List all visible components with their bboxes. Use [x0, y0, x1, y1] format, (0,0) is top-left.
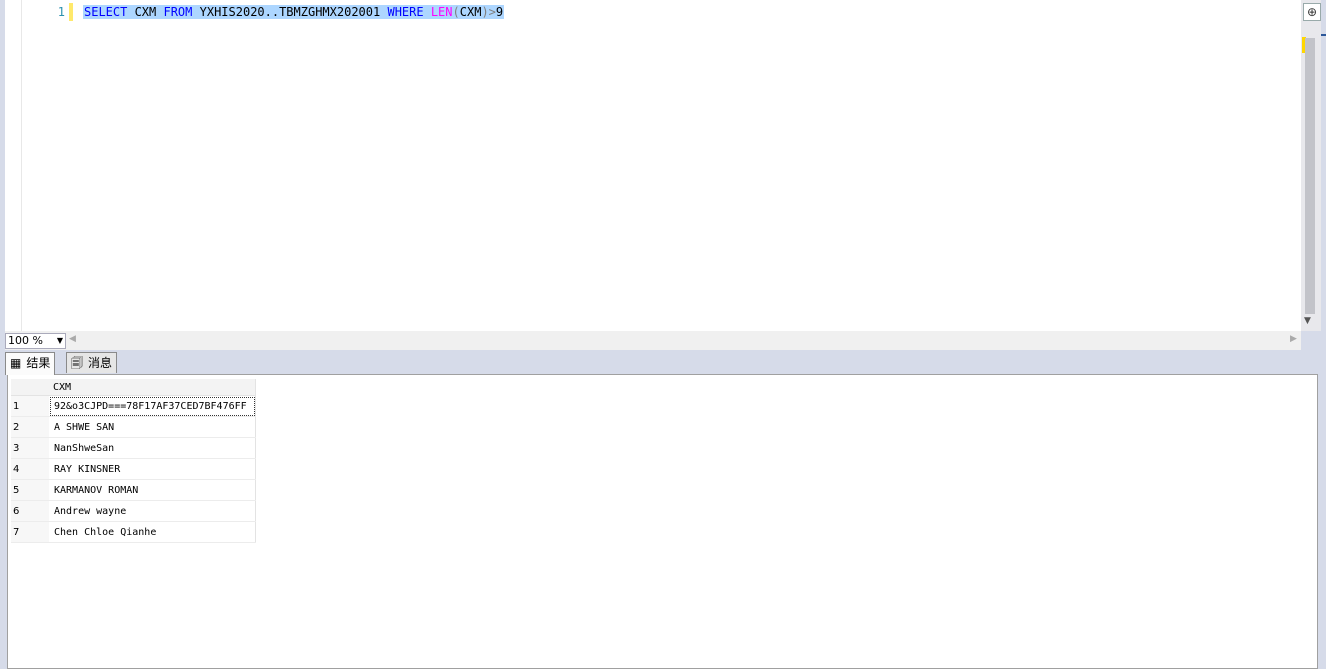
row-number[interactable]: 4 [11, 458, 49, 480]
row-number[interactable]: 3 [11, 437, 49, 459]
message-icon: 🗐 [71, 356, 83, 370]
cxm-cell[interactable]: Andrew wayne [49, 500, 256, 522]
table-row[interactable]: 6 Andrew wayne [11, 500, 256, 522]
grid-corner[interactable] [11, 379, 49, 396]
cxm-cell[interactable]: A SHWE SAN [49, 416, 256, 438]
tab-messages[interactable]: 🗐 消息 [66, 352, 118, 373]
sql-token: ( [452, 5, 460, 19]
table-row[interactable]: 7 Chen Chloe Qianhe [11, 521, 256, 543]
query-editor[interactable]: 1 SELECT CXM FROM YXHIS2020..TBMZGHMX202… [5, 0, 1301, 331]
editor-horizontal-bar [5, 331, 1301, 350]
cxm-cell[interactable]: RAY KINSNER [49, 458, 256, 480]
split-editor-icon[interactable]: ⊕ [1303, 3, 1321, 21]
table-row[interactable]: 2A SHWE SAN [11, 416, 256, 438]
sql-token: CXM [127, 5, 164, 19]
scroll-right-icon[interactable]: ▶ [1290, 334, 1297, 344]
row-number[interactable]: 5 [11, 479, 49, 501]
row-number[interactable]: 1 [11, 395, 49, 417]
tab-results[interactable]: ▦ 结果 [5, 352, 56, 375]
sql-token: SELECT [84, 5, 128, 19]
editor-gutter [5, 0, 22, 331]
table-row[interactable]: 3 NanShweSan [11, 437, 256, 459]
vertical-scroll-thumb[interactable] [1305, 38, 1315, 314]
cxm-cell[interactable]: NanShweSan [49, 437, 256, 459]
row-number[interactable]: 7 [11, 521, 49, 543]
zoom-select[interactable]: 100 % ▼ [5, 333, 66, 349]
table-row[interactable]: 4 RAY KINSNER [11, 458, 256, 480]
chevron-down-icon: ▼ [56, 336, 63, 345]
scroll-down-icon[interactable]: ▼ [1304, 316, 1311, 326]
sql-token: LEN [430, 5, 453, 19]
table-row[interactable]: 5 KARMANOV ROMAN [11, 479, 256, 501]
zoom-value: 100 % [8, 334, 43, 347]
sql-token: )> [481, 5, 496, 19]
scroll-left-icon[interactable]: ◀ [69, 334, 76, 344]
tab-messages-label: 消息 [88, 356, 113, 370]
results-grid[interactable]: CXM 1 92&o3CJPD===78F17AF37CED7BF476FF 2 A … [11, 379, 256, 543]
tab-results-label: 结果 [26, 356, 51, 370]
sql-token: YXHIS2020..TBMZGHMX202001 [192, 5, 388, 19]
cxm-cell[interactable]: KARMANOV ROMAN [49, 479, 256, 501]
row-number[interactable]: 6 [11, 500, 49, 522]
results-pane[interactable]: CXM 1 92&o3CJPD===78F17AF37CED7BF476FF 2 A … [7, 374, 1318, 669]
scrollbar-position-marker [1321, 34, 1326, 36]
table-row[interactable]: 1 92&o3CJPD===78F17AF37CED7BF476FF [11, 395, 256, 417]
line-number: 1 [57, 5, 65, 19]
sql-token: 9 [495, 5, 504, 19]
sql-query-line[interactable]: SELECT CXM FROM YXHIS2020..TBMZGHMX20200… [83, 3, 505, 21]
selected-query-text: SELECT CXM FROM YXHIS2020..TBMZGHMX20200… [83, 5, 505, 19]
sql-token: FROM [163, 5, 193, 19]
row-number[interactable]: 2 [11, 416, 49, 438]
sql-token: CXM [459, 5, 482, 19]
cxm-cell[interactable]: Chen Chloe Qianhe [49, 521, 256, 543]
cxm-cell[interactable]: 92&o3CJPD===78F17AF37CED7BF476FF [49, 395, 256, 417]
grid-icon: ▦ [10, 356, 22, 370]
column-header-cxm[interactable]: CXM [49, 379, 256, 396]
change-marker [69, 3, 73, 21]
sql-token: WHERE [387, 5, 424, 19]
